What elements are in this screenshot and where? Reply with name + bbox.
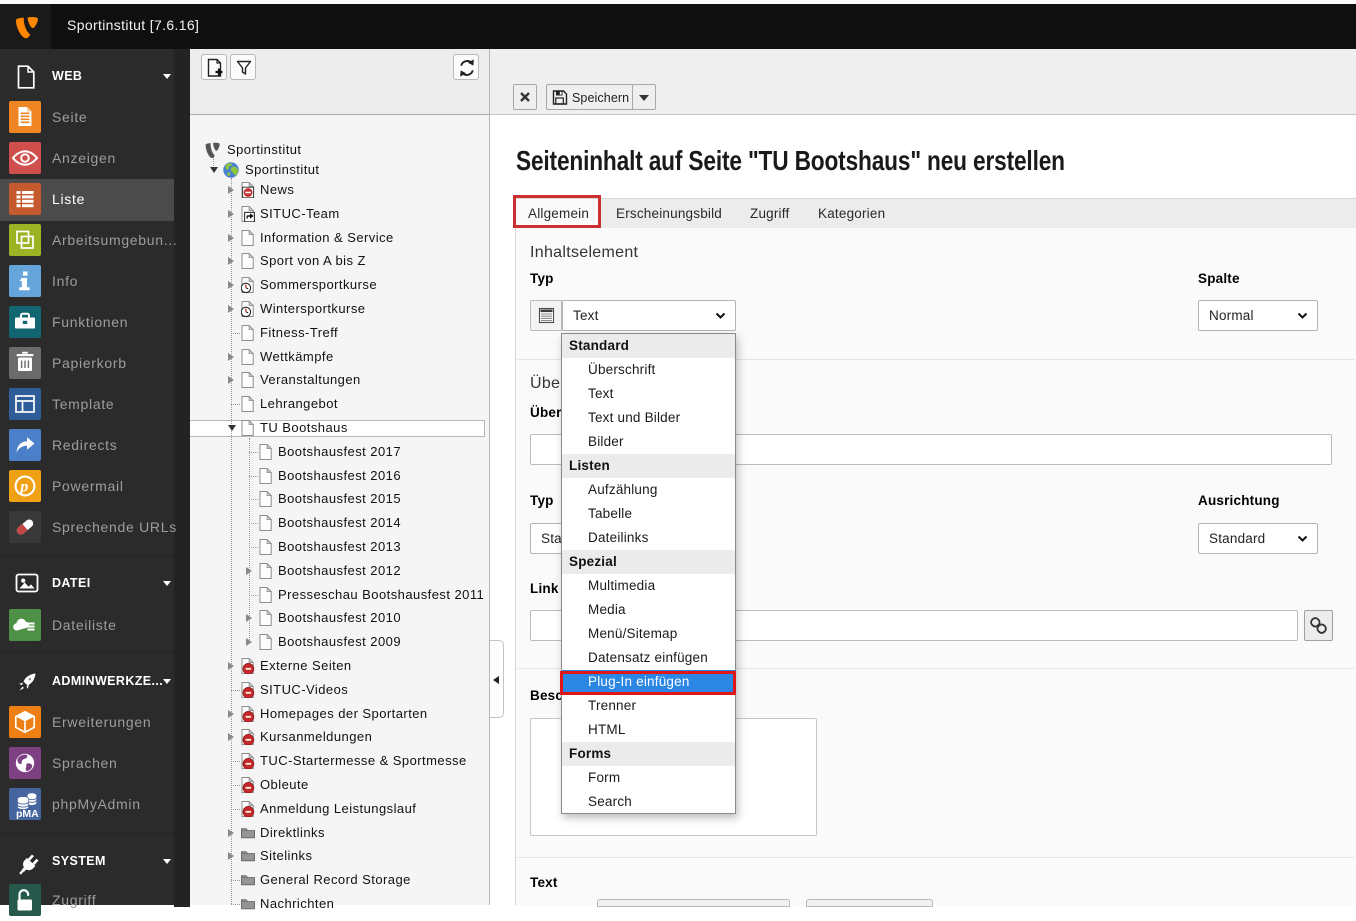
svg-text:p: p: [18, 479, 28, 496]
svg-text:pMA: pMA: [16, 808, 39, 820]
